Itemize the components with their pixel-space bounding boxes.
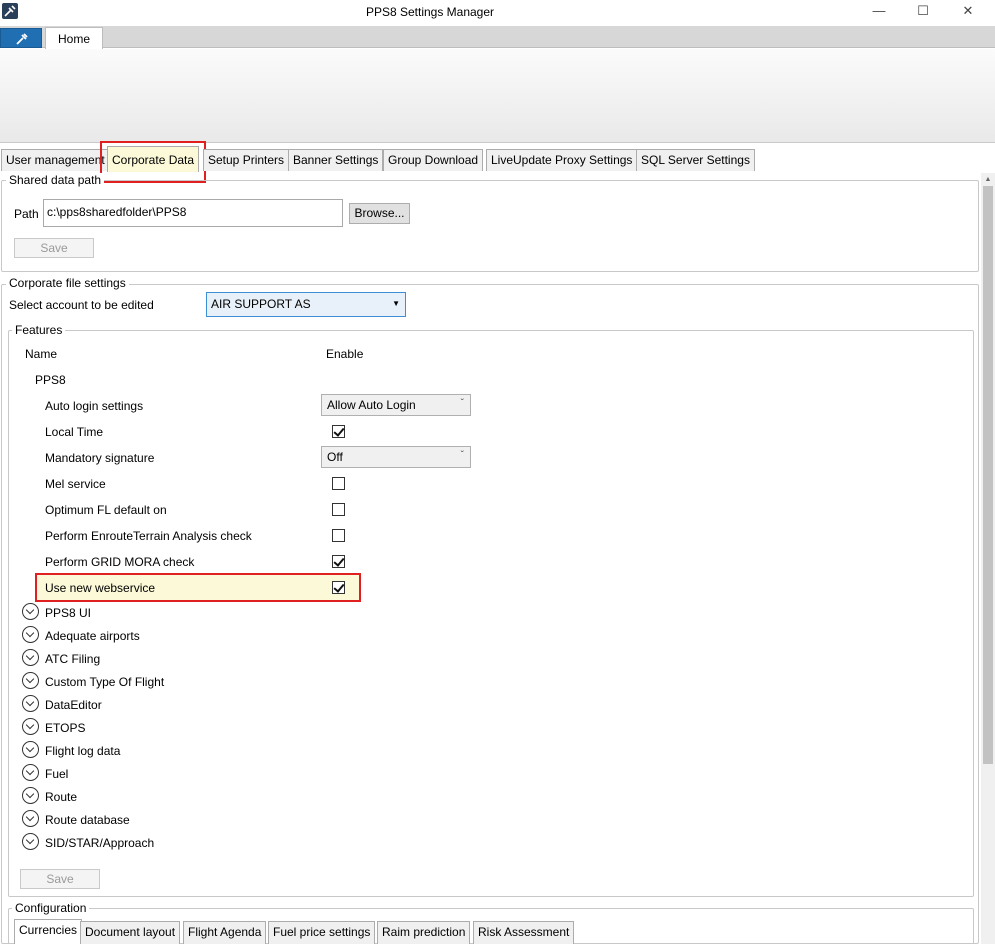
scrollbar-thumb[interactable] xyxy=(983,186,993,764)
enroute-terrain-checkbox[interactable] xyxy=(332,529,345,542)
path-input[interactable]: c:\pps8sharedfolder\PPS8 xyxy=(43,199,343,227)
feature-group-pps8: PPS8 xyxy=(35,373,66,387)
feature-label-optimum-fl: Optimum FL default on xyxy=(45,503,167,517)
path-label: Path xyxy=(14,207,39,221)
close-button[interactable]: ✕ xyxy=(948,2,988,22)
expand-icon[interactable] xyxy=(22,718,39,735)
expand-icon[interactable] xyxy=(22,695,39,712)
column-header-name: Name xyxy=(25,347,58,361)
group-sid-star-approach[interactable]: SID/STAR/Approach xyxy=(45,836,154,850)
group-dataeditor[interactable]: DataEditor xyxy=(45,698,102,712)
expand-icon[interactable] xyxy=(22,764,39,781)
tab-fuel-price-settings[interactable]: Fuel price settings xyxy=(268,921,376,944)
expand-icon[interactable] xyxy=(22,626,39,643)
group-fuel[interactable]: Fuel xyxy=(45,767,68,781)
expand-icon[interactable] xyxy=(22,787,39,804)
group-route[interactable]: Route xyxy=(45,790,77,804)
tab-currencies[interactable]: Currencies xyxy=(14,919,83,944)
feature-label-grid-mora: Perform GRID MORA check xyxy=(45,555,195,569)
configuration-legend: Configuration xyxy=(12,901,90,915)
local-time-checkbox[interactable] xyxy=(332,425,345,438)
group-atc-filing[interactable]: ATC Filing xyxy=(45,652,100,666)
shared-data-legend: Shared data path xyxy=(6,173,105,187)
tab-flight-agenda[interactable]: Flight Agenda xyxy=(183,921,267,944)
feature-label-mandatory-signature: Mandatory signature xyxy=(45,451,155,465)
expand-icon[interactable] xyxy=(22,603,39,620)
corporate-legend: Corporate file settings xyxy=(6,276,129,290)
window-title: PPS8 Settings Manager xyxy=(365,5,495,19)
auto-login-select[interactable]: Allow Auto Login ˇ xyxy=(321,394,471,416)
tab-group-download[interactable]: Group Download xyxy=(383,149,484,171)
expand-icon[interactable] xyxy=(22,810,39,827)
tab-setup-printers[interactable]: Setup Printers xyxy=(203,149,290,171)
expand-icon[interactable] xyxy=(22,649,39,666)
mel-service-checkbox[interactable] xyxy=(332,477,345,490)
ribbon-panel xyxy=(0,49,995,143)
expand-icon[interactable] xyxy=(22,672,39,689)
browse-button[interactable]: Browse... xyxy=(349,203,410,224)
account-select-value: AIR SUPPORT AS xyxy=(211,297,311,311)
chevron-down-icon: ▼ xyxy=(392,299,400,308)
group-etops[interactable]: ETOPS xyxy=(45,721,85,735)
expand-icon[interactable] xyxy=(22,741,39,758)
features-legend: Features xyxy=(12,323,66,337)
tab-raim-prediction[interactable]: Raim prediction xyxy=(377,921,471,944)
chevron-down-icon: ˇ xyxy=(460,398,464,409)
feature-label-auto-login: Auto login settings xyxy=(45,399,144,413)
tab-sql-server[interactable]: SQL Server Settings xyxy=(636,149,755,171)
tab-banner-settings[interactable]: Banner Settings xyxy=(288,149,384,171)
ribbon-tab-strip xyxy=(0,26,995,48)
tab-risk-assessment[interactable]: Risk Assessment xyxy=(473,921,575,944)
column-header-enable: Enable xyxy=(326,347,364,361)
group-flight-log-data[interactable]: Flight log data xyxy=(45,744,120,758)
group-adequate-airports[interactable]: Adequate airports xyxy=(45,629,140,643)
tab-user-management[interactable]: User management xyxy=(1,149,110,171)
tab-document-layout[interactable]: Document layout xyxy=(80,921,181,944)
account-label: Select account to be edited xyxy=(9,298,154,312)
new-webservice-checkbox[interactable] xyxy=(332,581,345,594)
features-group xyxy=(8,330,974,897)
feature-label-mel-service: Mel service xyxy=(45,477,106,491)
tab-corporate-data[interactable]: Corporate Data xyxy=(107,146,200,172)
maximize-button[interactable]: ☐ xyxy=(903,2,943,22)
group-route-database[interactable]: Route database xyxy=(45,813,130,827)
auto-login-select-value: Allow Auto Login xyxy=(327,398,416,412)
group-pps8-ui[interactable]: PPS8 UI xyxy=(45,606,91,620)
feature-label-enroute-terrain: Perform EnrouteTerrain Analysis check xyxy=(45,529,252,543)
expand-icon[interactable] xyxy=(22,833,39,850)
feature-label-new-webservice: Use new webservice xyxy=(45,581,156,595)
account-select[interactable]: AIR SUPPORT AS ▼ xyxy=(206,292,406,317)
feature-label-local-time: Local Time xyxy=(45,425,104,439)
chevron-down-icon: ˇ xyxy=(460,450,464,461)
mandatory-signature-select[interactable]: Off ˇ xyxy=(321,446,471,468)
mandatory-signature-value: Off xyxy=(327,450,343,464)
optimum-fl-checkbox[interactable] xyxy=(332,503,345,516)
grid-mora-checkbox[interactable] xyxy=(332,555,345,568)
group-custom-type-of-flight[interactable]: Custom Type Of Flight xyxy=(45,675,164,689)
tools-icon xyxy=(16,33,28,45)
tab-liveupdate-proxy[interactable]: LiveUpdate Proxy Settings xyxy=(486,149,638,171)
features-save-button[interactable]: Save xyxy=(20,869,100,889)
minimize-button[interactable]: — xyxy=(859,2,899,22)
scroll-up-icon[interactable]: ▲ xyxy=(983,176,993,184)
ribbon-tab-home[interactable]: Home xyxy=(45,27,103,49)
shared-save-button[interactable]: Save xyxy=(14,238,94,258)
application-menu-button[interactable] xyxy=(0,28,42,48)
